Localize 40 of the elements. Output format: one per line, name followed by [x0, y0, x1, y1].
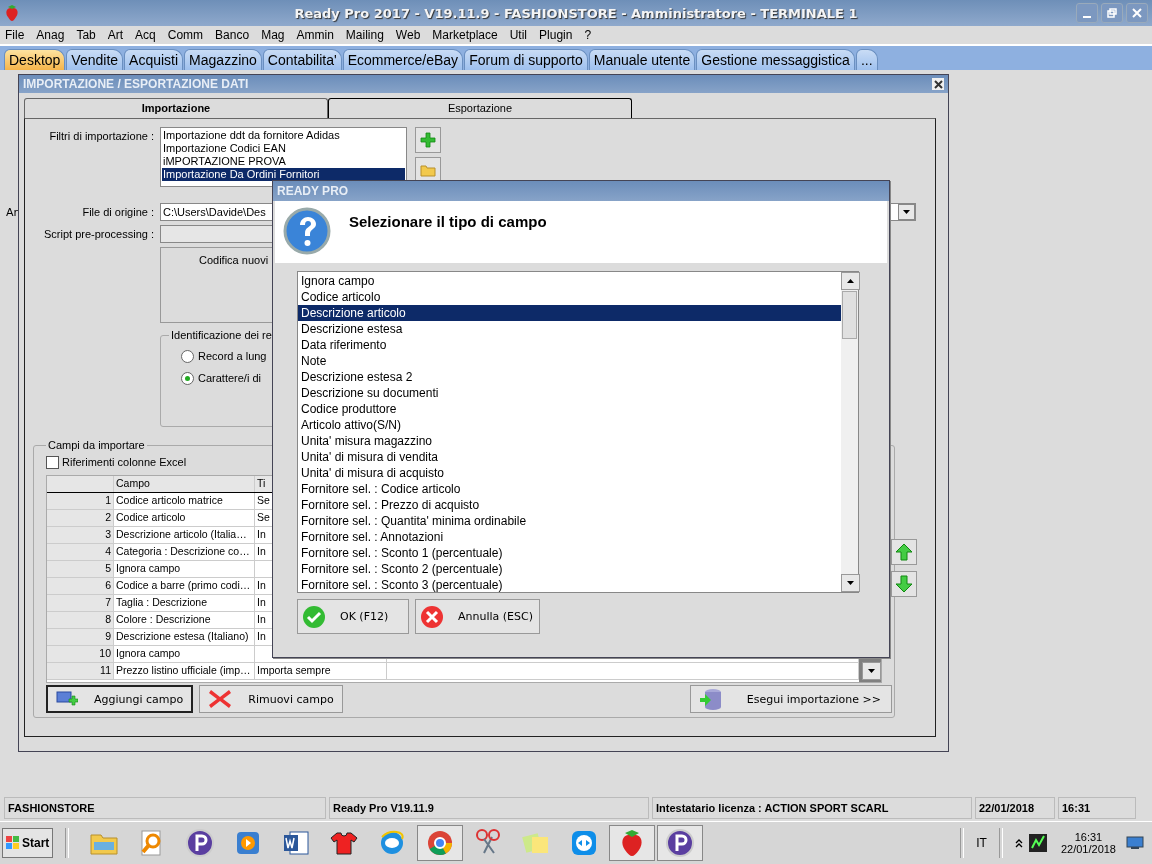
table-cell: Codice articolo — [114, 510, 255, 526]
table-cell: Colore : Descrizione — [114, 612, 255, 628]
table-cell: Codice articolo matrice — [114, 493, 255, 509]
group-title: Identificazione dei re — [170, 329, 273, 341]
window-title: IMPORTAZIONE / ESPORTAZIONE DATI — [23, 77, 249, 91]
status-field: 22/01/2018 — [975, 797, 1055, 819]
row-number: 2 — [47, 510, 114, 526]
status-field: 16:31 — [1058, 797, 1136, 819]
row-number: 1 — [47, 493, 114, 509]
dialog-title: READY PRO — [277, 184, 349, 198]
field-label: Codifica nuovi — [199, 254, 269, 266]
field-label: Filtri di importazione : — [48, 129, 155, 144]
table-cell: Descrizione estesa (Italiano) — [114, 629, 255, 645]
row-number: 5 — [47, 561, 114, 577]
row-number: 3 — [47, 527, 114, 543]
field-label: Script pre-processing : — [42, 227, 155, 242]
column-header: Campo — [114, 476, 255, 492]
window-title: Ready Pro 2017 - V19.11.9 - FASHIONSTORE - Amministratore - TERMINALE 1 — [294, 5, 858, 21]
group-title: Campi da importare — [47, 439, 146, 451]
row-number: 7 — [47, 595, 114, 611]
status-field: Ready Pro V19.11.9 — [329, 797, 649, 819]
table-cell: Categoria : Descrizione co… — [114, 544, 255, 560]
row-number: 8 — [47, 612, 114, 628]
status-field: Intestatario licenza : ACTION SPORT SCARL — [652, 797, 972, 819]
table-cell: Ignora campo — [114, 561, 255, 577]
table-cell: Taglia : Descrizione — [114, 595, 255, 611]
table-cell: Ignora campo — [114, 646, 255, 662]
row-number: 6 — [47, 578, 114, 594]
row-number: 11 — [47, 663, 114, 679]
status-field: FASHIONSTORE — [4, 797, 326, 819]
row-number: 9 — [47, 629, 114, 645]
table-cell: Prezzo listino ufficiale (imp… — [114, 663, 255, 679]
field-label: File di origine : — [81, 205, 155, 220]
field-label: Ar — [6, 206, 19, 219]
table-cell: Codice a barre (primo codi… — [114, 578, 255, 594]
row-number: 4 — [47, 544, 114, 560]
table-cell: Descrizione articolo (Italia… — [114, 527, 255, 543]
dialog-prompt: Selezionare il tipo di campo — [349, 213, 547, 230]
table-cell: Importa sempre — [255, 663, 387, 679]
row-number: 10 — [47, 646, 114, 662]
